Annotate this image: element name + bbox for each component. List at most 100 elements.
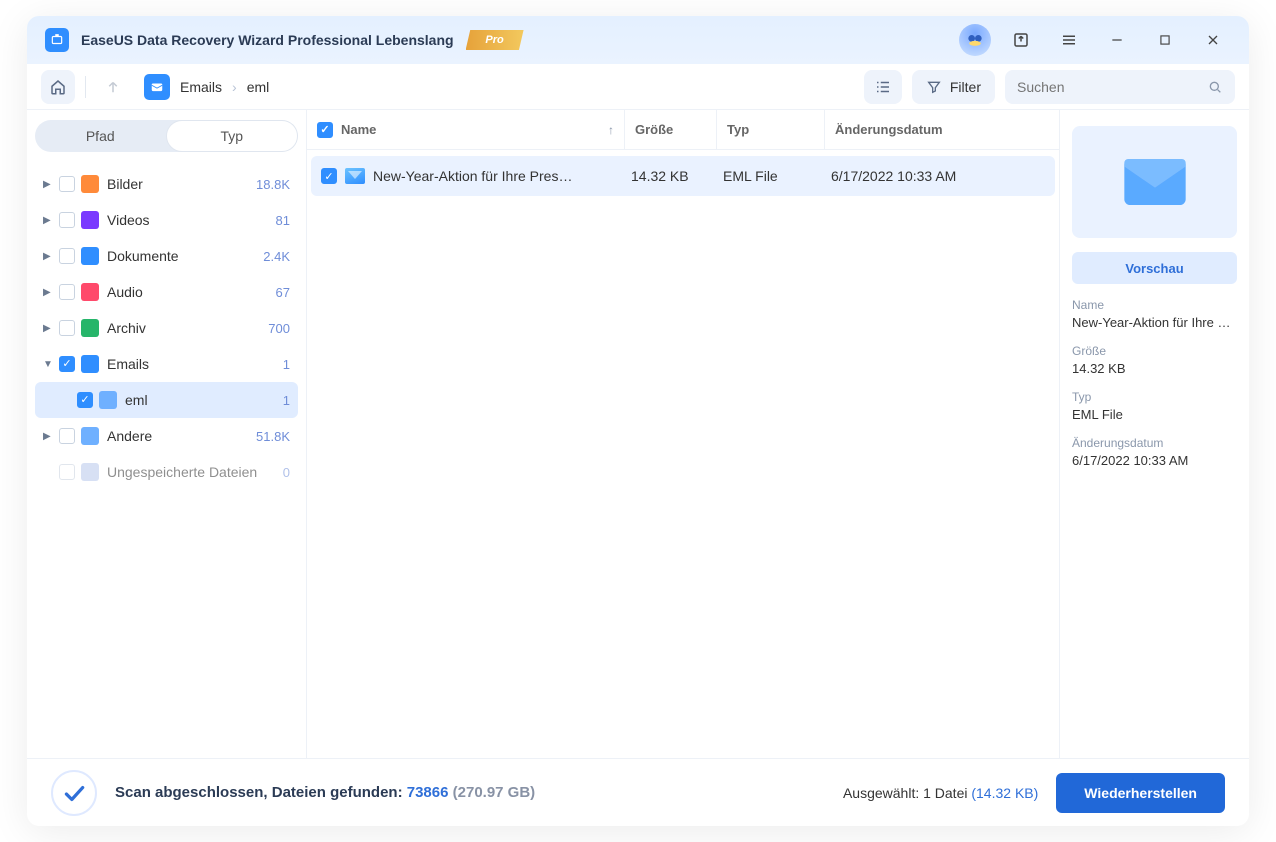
select-all-checkbox[interactable] [317,122,333,138]
view-toggle-button[interactable] [864,70,902,104]
tree-item-label: Dokumente [107,248,263,264]
breadcrumb: Emails › eml [180,79,269,95]
chevron-right-icon[interactable]: ▶ [43,323,57,334]
column-headers: Name ↑ Größe Typ Änderungsdatum [307,110,1059,150]
category-icon [81,211,99,229]
file-row[interactable]: New-Year-Aktion für Ihre Pressemit… 14.32… [311,156,1055,196]
checkbox[interactable] [59,320,75,336]
chevron-right-icon[interactable]: ▶ [43,287,57,298]
tree-item-count: 1 [283,393,290,408]
chevron-right-icon: › [232,79,237,95]
tree-item-label: eml [125,392,283,408]
pv-type: TypEML File [1072,390,1237,422]
tree-item-ungespeicherte dateien[interactable]: Ungespeicherte Dateien0 [35,454,298,490]
chevron-right-icon[interactable]: ▶ [43,251,57,262]
tree-item-count: 51.8K [256,429,290,444]
category-icon [81,355,99,373]
tree-item-archiv[interactable]: ▶ Archiv700 [35,310,298,346]
tree-item-emails[interactable]: ▼ Emails1 [35,346,298,382]
filter-icon [926,79,942,95]
checkbox[interactable] [59,176,75,192]
category-tree: ▶Bilder18.8K▶Videos81▶Dokumente2.4K▶Audi… [35,166,298,748]
app-icon [45,28,69,52]
sort-asc-icon: ↑ [608,123,614,137]
menu-icon[interactable] [1051,22,1087,58]
file-list-panel: Name ↑ Größe Typ Änderungsdatum New-Year… [307,110,1059,758]
pro-badge: Pro [466,30,524,50]
search-box[interactable] [1005,70,1235,104]
folder-icon [99,391,117,409]
home-button[interactable] [41,70,75,104]
preview-button[interactable]: Vorschau [1072,252,1237,284]
tree-item-label: Ungespeicherte Dateien [107,464,283,480]
selected-summary: Ausgewählt: 1 Datei (14.32 KB) [843,785,1038,801]
tree-item-videos[interactable]: ▶Videos81 [35,202,298,238]
search-input[interactable] [1017,79,1199,95]
preview-thumbnail [1072,126,1237,238]
scan-complete-icon [51,770,97,816]
checkbox[interactable] [59,284,75,300]
tree-item-count: 18.8K [256,177,290,192]
user-avatar[interactable] [959,24,991,56]
tree-item-audio[interactable]: ▶ Audio67 [35,274,298,310]
tree-item-dokumente[interactable]: ▶ Dokumente2.4K [35,238,298,274]
tree-item-count: 0 [283,465,290,480]
preview-panel: Vorschau NameNew-Year-Aktion für Ihre … … [1059,110,1249,758]
tree-item-count: 700 [268,321,290,336]
tree-item-count: 81 [276,213,290,228]
checkbox[interactable] [59,428,75,444]
filter-button[interactable]: Filter [912,70,995,104]
tab-path[interactable]: Pfad [35,120,166,152]
toolbar: Emails › eml Filter [27,64,1249,110]
file-type: EML File [713,168,821,184]
pv-date: Änderungsdatum6/17/2022 10:33 AM [1072,436,1237,468]
chevron-right-icon[interactable]: ▶ [43,215,57,226]
tree-item-count: 67 [276,285,290,300]
envelope-icon [1124,159,1186,205]
pv-name: NameNew-Year-Aktion für Ihre … [1072,298,1237,330]
category-icon [81,463,99,481]
category-icon [81,427,99,445]
breadcrumb-item[interactable]: Emails [180,79,222,95]
checkbox[interactable] [77,392,93,408]
file-size: 14.32 KB [621,168,713,184]
tree-item-andere[interactable]: ▶ Andere51.8K [35,418,298,454]
tree-item-label: Bilder [107,176,256,192]
file-rows: New-Year-Aktion für Ihre Pressemit… 14.32… [307,150,1059,758]
tree-item-label: Audio [107,284,276,300]
chevron-right-icon[interactable]: ▶ [43,431,57,442]
share-icon[interactable] [1003,22,1039,58]
file-name: New-Year-Aktion für Ihre Pressemit… [373,168,573,184]
category-icon [81,247,99,265]
breadcrumb-item[interactable]: eml [247,79,270,95]
tree-item-label: Archiv [107,320,268,336]
up-button[interactable] [96,70,130,104]
minimize-icon[interactable] [1099,22,1135,58]
tab-type[interactable]: Typ [166,120,299,152]
checkbox[interactable] [59,248,75,264]
maximize-icon[interactable] [1147,22,1183,58]
col-date[interactable]: Änderungsdatum [825,110,1059,149]
recover-button[interactable]: Wiederherstellen [1056,773,1225,813]
close-icon[interactable] [1195,22,1231,58]
checkbox[interactable] [59,212,75,228]
breadcrumb-root-icon [144,74,170,100]
row-checkbox[interactable] [321,168,337,184]
checkbox[interactable] [59,356,75,372]
tree-item-bilder[interactable]: ▶ Bilder18.8K [35,166,298,202]
chevron-right-icon[interactable]: ▶ [43,179,57,190]
category-icon [81,283,99,301]
col-type[interactable]: Typ [717,110,825,149]
chevron-down-icon[interactable]: ▼ [43,359,57,370]
checkbox[interactable] [59,464,75,480]
tree-item-count: 1 [283,357,290,372]
tree-item-eml[interactable]: eml1 [35,382,298,418]
col-name[interactable]: Name ↑ [307,110,625,149]
email-file-icon [345,168,365,184]
tree-item-count: 2.4K [263,249,290,264]
sidebar: Pfad Typ ▶Bilder18.8K▶Videos81▶Dokumente… [27,110,307,758]
col-size[interactable]: Größe [625,110,717,149]
tree-item-label: Andere [107,428,256,444]
tree-item-label: Emails [107,356,283,372]
filter-label: Filter [950,79,981,95]
